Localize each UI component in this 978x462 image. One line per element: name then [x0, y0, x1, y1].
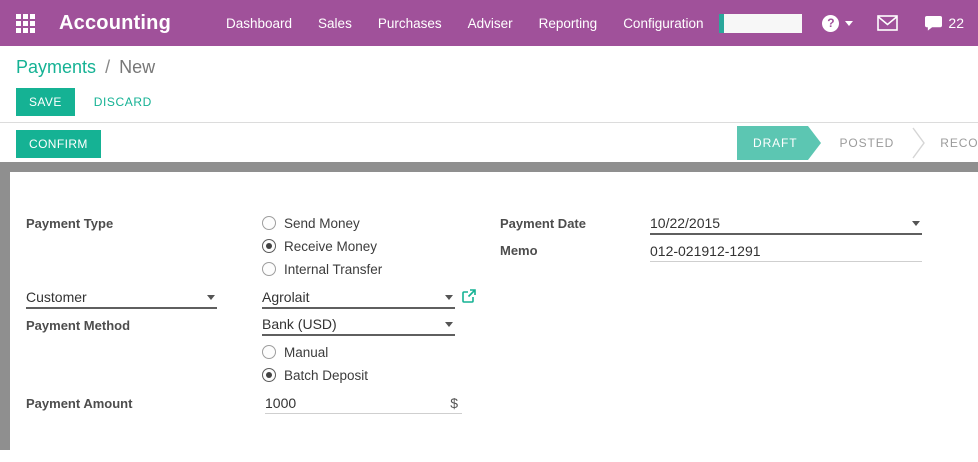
dropdown-caret-icon	[207, 295, 215, 300]
status-reconciled[interactable]: RECONCILED	[926, 126, 978, 160]
radio-icon	[262, 262, 276, 276]
help-menu[interactable]: ?	[822, 15, 853, 32]
payment-date-field[interactable]: 10/22/2015	[650, 213, 922, 235]
breadcrumb-separator: /	[105, 57, 110, 77]
radio-manual[interactable]: Manual	[262, 343, 328, 361]
journal-value: Bank (USD)	[262, 316, 445, 332]
dropdown-caret-icon	[445, 295, 453, 300]
main-menu: Dashboard Sales Purchases Adviser Report…	[213, 16, 717, 31]
help-icon: ?	[822, 15, 839, 32]
payment-method-label: Payment Method	[26, 318, 130, 333]
partner-type-select[interactable]: Customer	[26, 287, 217, 309]
nav-item-purchases[interactable]: Purchases	[365, 16, 455, 31]
top-navbar: Accounting Dashboard Sales Purchases Adv…	[0, 0, 978, 46]
radio-batch-deposit[interactable]: Batch Deposit	[262, 366, 368, 384]
nav-item-dashboard[interactable]: Dashboard	[213, 16, 305, 31]
dropdown-caret-icon	[445, 322, 453, 327]
nav-item-configuration[interactable]: Configuration	[610, 16, 716, 31]
status-chevron-icon	[912, 126, 926, 160]
payment-type-label: Payment Type	[26, 216, 113, 231]
journal-select[interactable]: Bank (USD)	[262, 314, 455, 336]
breadcrumb-payments-link[interactable]: Payments	[16, 57, 96, 77]
chevron-down-icon	[845, 21, 853, 26]
breadcrumb: Payments / New	[16, 57, 155, 78]
messages-button[interactable]: 22	[924, 15, 964, 32]
radio-send-money[interactable]: Send Money	[262, 214, 360, 232]
form-view-background: Payment Type Send Money Receive Money In…	[0, 162, 978, 450]
radio-icon	[262, 345, 276, 359]
topbar-right-tools: ? 22	[719, 14, 978, 33]
payment-amount-value: 1000	[265, 395, 450, 411]
dropdown-caret-icon	[912, 221, 920, 226]
envelope-icon	[877, 15, 898, 31]
radio-icon	[262, 216, 276, 230]
nav-item-reporting[interactable]: Reporting	[526, 16, 611, 31]
control-panel: Payments / New SAVE DISCARD	[0, 46, 978, 122]
memo-value: 012-021912-1291	[650, 243, 922, 259]
apps-menu-button[interactable]	[16, 14, 35, 33]
radio-label: Manual	[284, 345, 328, 360]
currency-symbol: $	[450, 395, 458, 411]
radio-internal-transfer[interactable]: Internal Transfer	[262, 260, 382, 278]
confirm-button[interactable]: CONFIRM	[16, 130, 101, 158]
external-link-icon	[462, 289, 476, 303]
discard-button[interactable]: DISCARD	[94, 95, 152, 109]
payment-amount-field[interactable]: 1000 $	[265, 392, 462, 414]
radio-receive-money[interactable]: Receive Money	[262, 237, 377, 255]
status-posted[interactable]: POSTED	[808, 126, 913, 160]
partner-value: Agrolait	[262, 289, 445, 305]
status-pipeline: DRAFT POSTED RECONCILED	[737, 126, 978, 160]
chat-bubble-icon	[924, 15, 943, 32]
nav-item-sales[interactable]: Sales	[305, 16, 365, 31]
radio-label: Internal Transfer	[284, 262, 382, 277]
radio-label: Send Money	[284, 216, 360, 231]
payment-date-value: 10/22/2015	[650, 215, 912, 231]
memo-label: Memo	[500, 243, 538, 258]
user-menu[interactable]	[719, 14, 802, 33]
radio-icon	[262, 239, 276, 253]
messages-count: 22	[948, 15, 964, 31]
nav-item-adviser[interactable]: Adviser	[455, 16, 526, 31]
radio-label: Batch Deposit	[284, 368, 368, 383]
partner-type-value: Customer	[26, 289, 207, 305]
apps-grid-icon	[16, 14, 35, 33]
inbox-button[interactable]	[877, 15, 898, 31]
status-draft[interactable]: DRAFT	[737, 126, 808, 160]
breadcrumb-current: New	[119, 57, 155, 77]
payment-date-label: Payment Date	[500, 216, 586, 231]
form-sheet: Payment Type Send Money Receive Money In…	[10, 172, 978, 450]
form-statusbar: CONFIRM DRAFT POSTED RECONCILED	[0, 122, 978, 162]
payment-amount-label: Payment Amount	[26, 396, 132, 411]
radio-icon	[262, 368, 276, 382]
open-partner-button[interactable]	[462, 289, 476, 308]
save-button[interactable]: SAVE	[16, 88, 75, 116]
app-title: Accounting	[59, 12, 171, 35]
record-action-buttons: SAVE DISCARD	[16, 88, 152, 116]
radio-label: Receive Money	[284, 239, 377, 254]
memo-field[interactable]: 012-021912-1291	[650, 240, 922, 262]
partner-select[interactable]: Agrolait	[262, 287, 455, 309]
